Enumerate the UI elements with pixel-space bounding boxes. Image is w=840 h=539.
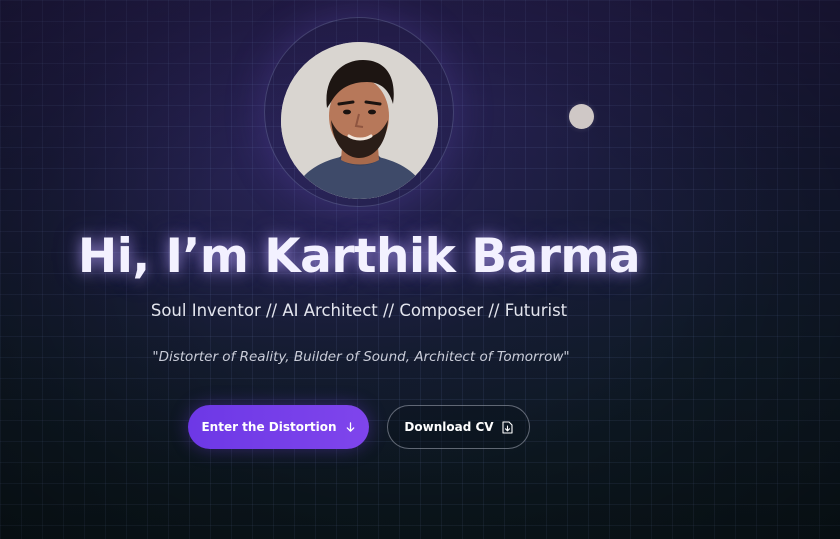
arrow-down-icon	[345, 421, 356, 433]
enter-distortion-button[interactable]: Enter the Distortion	[188, 405, 369, 449]
floating-orb	[569, 104, 594, 129]
enter-distortion-label: Enter the Distortion	[201, 420, 337, 434]
profile-photo-icon	[281, 42, 438, 199]
download-cv-label: Download CV	[404, 420, 494, 434]
hero-tagline: "Distorter of Reality, Builder of Sound,…	[152, 349, 570, 365]
hero-roles: Soul Inventor // AI Architect // Compose…	[150, 301, 568, 320]
profile-avatar	[281, 42, 438, 199]
hero-heading: Hi, I’m Karthik Barma	[77, 229, 641, 284]
download-cv-button[interactable]: Download CV	[387, 405, 530, 449]
file-download-icon	[502, 420, 513, 434]
